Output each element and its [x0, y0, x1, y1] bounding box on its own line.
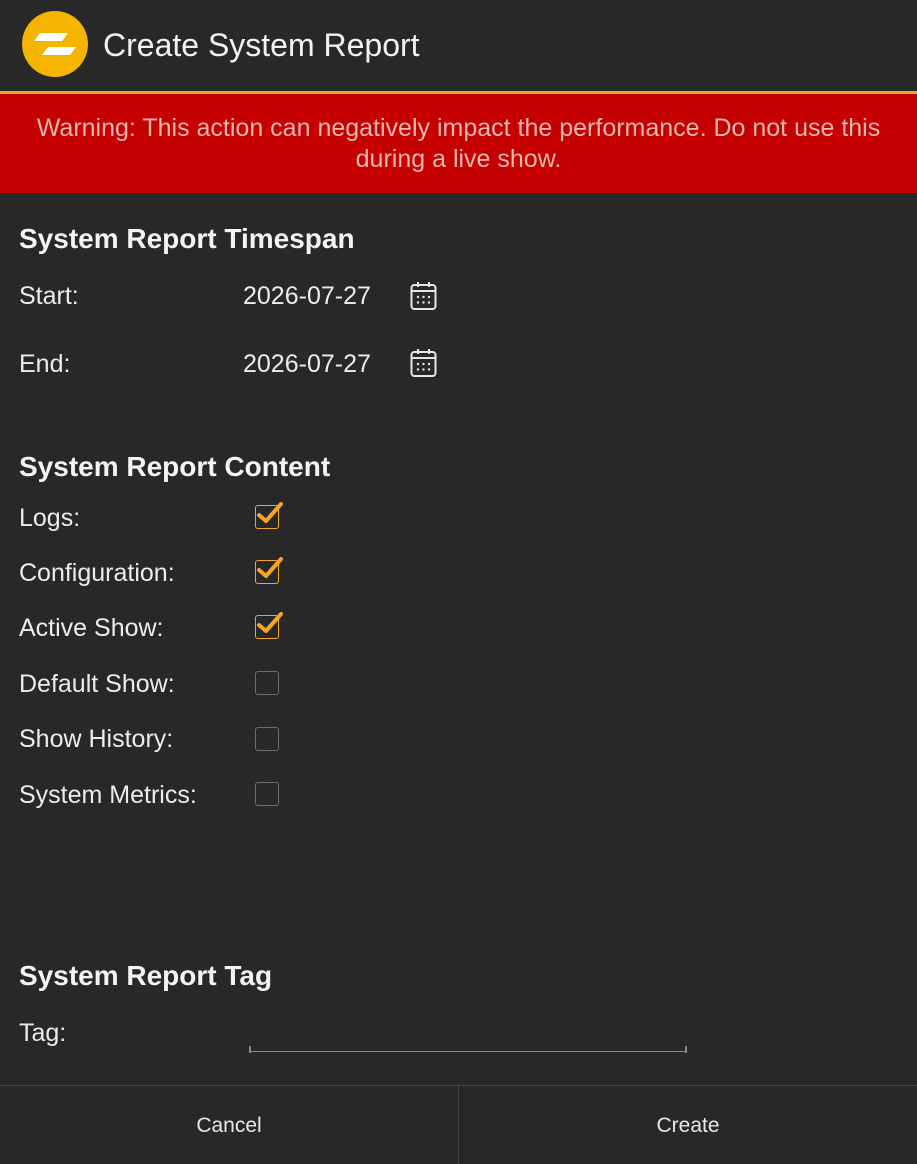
configuration-label: Configuration: [19, 559, 175, 587]
tag-input-tick-left [249, 1046, 251, 1053]
cancel-button[interactable]: Cancel [0, 1086, 458, 1164]
start-date-value[interactable]: 2026-07-27 [243, 281, 371, 311]
active-show-checkbox[interactable] [255, 612, 283, 639]
header-bar: Create System Report [0, 0, 917, 91]
default-show-label: Default Show: [19, 670, 175, 698]
default-show-checkbox[interactable] [255, 671, 279, 695]
warning-banner: Warning: This action can negatively impa… [0, 94, 917, 193]
start-label: Start: [19, 282, 79, 310]
show-history-checkbox[interactable] [255, 727, 279, 751]
active-show-label: Active Show: [19, 614, 164, 642]
system-metrics-checkbox[interactable] [255, 782, 279, 806]
checkmark-icon [257, 557, 283, 578]
app-logo-icon [22, 11, 88, 77]
system-metrics-label: System Metrics: [19, 781, 197, 809]
logs-label: Logs: [19, 504, 81, 532]
create-button[interactable]: Create [459, 1086, 917, 1164]
tag-input-tick-right [685, 1046, 687, 1053]
warning-text: Warning: This action can negatively impa… [36, 113, 881, 173]
tag-label: Tag: [19, 1019, 67, 1047]
start-calendar-icon[interactable] [410, 281, 437, 311]
content-section-title: System Report Content [19, 451, 331, 482]
dialog-title: Create System Report [103, 27, 420, 63]
timespan-section-title: System Report Timespan [19, 223, 355, 254]
end-calendar-icon[interactable] [410, 348, 437, 378]
create-system-report-dialog: Create System Report Warning: This actio… [0, 0, 917, 1164]
footer-bar: Cancel Create [0, 1085, 917, 1164]
end-date-value[interactable]: 2026-07-27 [243, 349, 371, 379]
configuration-checkbox[interactable] [255, 557, 283, 584]
logs-checkbox[interactable] [255, 502, 283, 529]
checkmark-icon [257, 612, 283, 633]
show-history-label: Show History: [19, 725, 174, 753]
checkmark-icon [257, 502, 283, 523]
tag-input[interactable] [249, 1012, 686, 1052]
end-label: End: [19, 350, 71, 378]
tag-section-title: System Report Tag [19, 960, 273, 991]
